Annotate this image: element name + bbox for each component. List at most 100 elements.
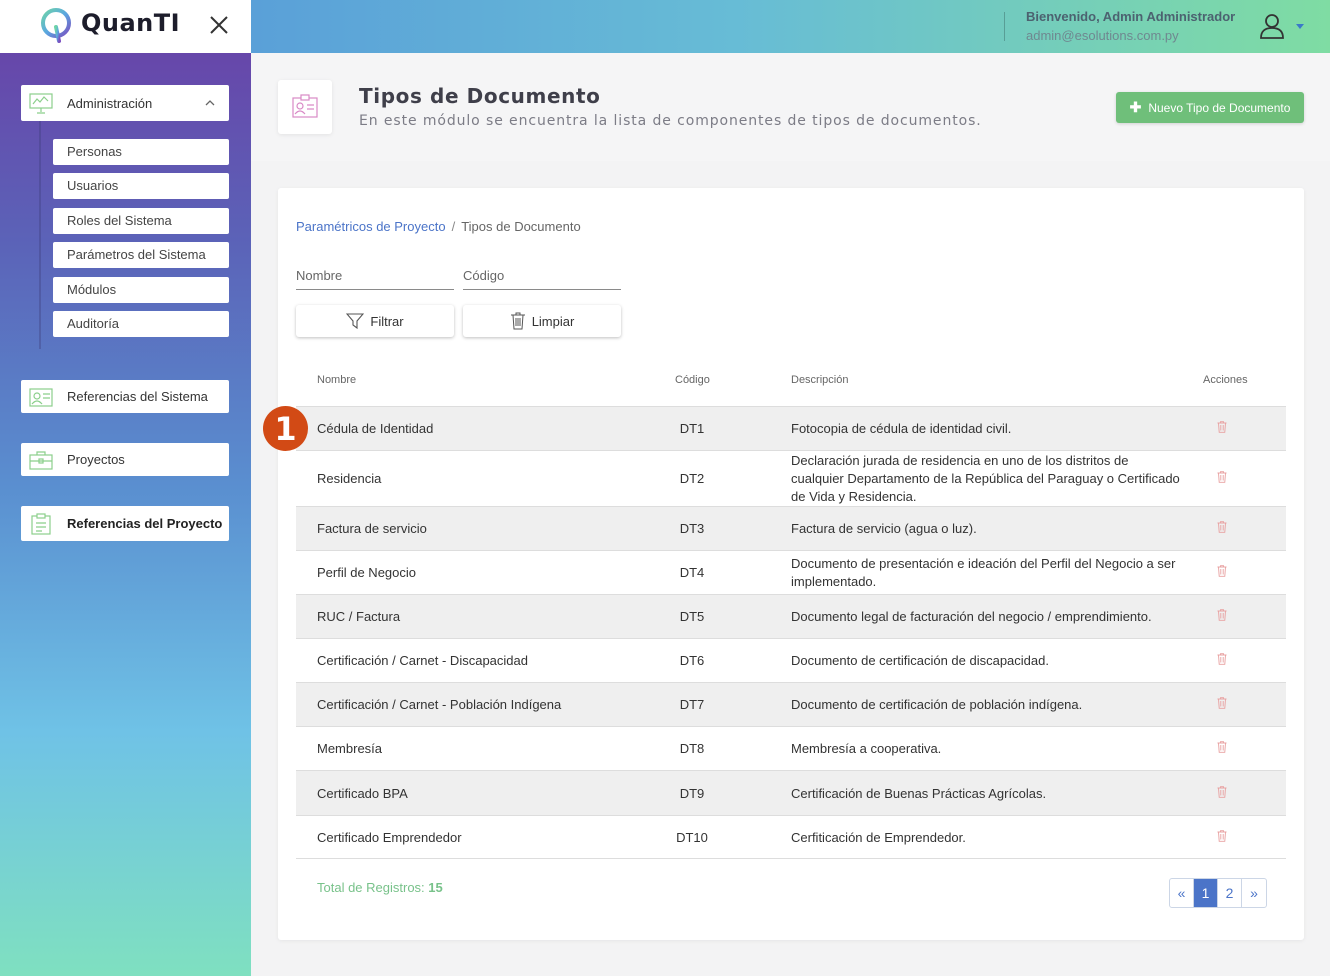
- sidebar-subitem-usuarios[interactable]: Usuarios: [53, 173, 229, 199]
- sidebar-item-referencias-proyecto[interactable]: Referencias del Proyecto: [21, 506, 229, 541]
- cell-description: Certificación de Buenas Prácticas Agríco…: [791, 785, 1047, 801]
- sidebar-item-label: Referencias del Proyecto: [67, 516, 223, 531]
- cell-code: DT7: [679, 697, 705, 712]
- delete-icon[interactable]: [1217, 471, 1227, 483]
- page-subtitle: En este módulo se encuentra la lista de …: [359, 113, 982, 129]
- delete-icon[interactable]: [1217, 785, 1227, 798]
- breadcrumb: Paramétricos de Proyecto / Tipos de Docume…: [296, 219, 581, 234]
- new-button-label: Nuevo Tipo de Documento: [1148, 100, 1291, 115]
- new-document-type-button[interactable]: ✚ Nuevo Tipo de Documento: [1116, 92, 1304, 123]
- sidebar-subitem-roles[interactable]: Roles del Sistema: [53, 208, 229, 234]
- nombre-input[interactable]: [296, 268, 454, 283]
- cell-code: DT10: [676, 829, 708, 845]
- breadcrumb-separator: /: [451, 219, 456, 234]
- chevron-up-icon[interactable]: [205, 100, 215, 106]
- page-title: Tipos de Documento: [359, 84, 601, 108]
- pager-page-2[interactable]: 2: [1218, 879, 1242, 907]
- submenu-guide-line: [39, 121, 41, 349]
- sidebar-subitem-parametros[interactable]: Parámetros del Sistema: [53, 242, 229, 268]
- cell-code: DT6: [679, 653, 705, 668]
- delete-icon[interactable]: [1217, 609, 1227, 621]
- cell-name: Cédula de Identidad: [317, 421, 434, 436]
- nombre-field[interactable]: [296, 267, 454, 290]
- table-row[interactable]: Certificado Emprendedor DT10 Cerfiticación…: [296, 815, 1286, 858]
- delete-icon[interactable]: [1217, 653, 1227, 665]
- close-icon[interactable]: [207, 13, 231, 37]
- table-header: Nombre Código Descripción Acciones: [296, 368, 1286, 406]
- delete-icon[interactable]: [1217, 829, 1227, 842]
- plus-icon: ✚: [1129, 99, 1142, 115]
- sidebar-item-administracion[interactable]: Administración: [21, 85, 229, 121]
- cell-description: Documento de presentación e ideación del…: [791, 556, 1176, 589]
- sidebar-item-label: Administración: [67, 95, 153, 111]
- sidebar-subitem-personas[interactable]: Personas: [53, 139, 229, 165]
- table-row[interactable]: RUC / Factura DT5 Documento legal de factu…: [296, 594, 1286, 638]
- pager-next[interactable]: »: [1242, 879, 1266, 907]
- briefcase-icon: [29, 450, 53, 470]
- cell-name: Certificación / Carnet - Población Indíg…: [317, 697, 562, 712]
- delete-icon[interactable]: [1217, 565, 1227, 577]
- table-row[interactable]: Membresía DT8 Membresía a cooperativa.: [296, 726, 1286, 770]
- id-card-icon: [292, 94, 318, 118]
- total-label: Total de Registros:: [317, 880, 425, 895]
- user-email: admin@esolutions.com.py: [1026, 28, 1179, 43]
- cell-name: Perfil de Negocio: [317, 565, 416, 580]
- pagination: « 1 2 »: [1169, 878, 1267, 908]
- filter-button-label: Filtrar: [370, 313, 404, 329]
- sidebar-item-referencias-sistema[interactable]: Referencias del Sistema: [21, 380, 229, 413]
- table-row[interactable]: Residencia DT2 Declaración jurada de resid…: [296, 450, 1286, 506]
- delete-icon[interactable]: [1217, 741, 1227, 753]
- sidebar-subitem-modulos[interactable]: Módulos: [53, 277, 229, 303]
- pager-prev[interactable]: «: [1170, 879, 1194, 907]
- cell-code: DT4: [679, 565, 705, 580]
- cell-code: DT3: [679, 521, 705, 536]
- cell-name: Certificado Emprendedor: [317, 829, 462, 845]
- pager-page-1[interactable]: 1: [1194, 879, 1218, 907]
- cell-code: DT1: [679, 421, 705, 436]
- user-avatar-icon[interactable]: [1259, 12, 1285, 40]
- header-divider: [1004, 12, 1005, 41]
- delete-icon[interactable]: [1217, 697, 1227, 709]
- cell-description: Cerfiticación de Emprendedor.: [791, 829, 966, 845]
- codigo-field[interactable]: [463, 267, 621, 290]
- sidebar-item-proyectos[interactable]: Proyectos: [21, 443, 229, 476]
- col-header-code: Código: [675, 374, 710, 386]
- clear-button[interactable]: Limpiar: [463, 305, 621, 337]
- delete-icon[interactable]: [1217, 521, 1227, 533]
- cell-name: Residencia: [317, 471, 382, 486]
- delete-icon[interactable]: [1217, 421, 1227, 433]
- table-row[interactable]: Factura de servicio DT3 Factura de servici…: [296, 506, 1286, 550]
- sidebar-item-label: Referencias del Sistema: [67, 389, 208, 404]
- cell-name: Certificación / Carnet - Discapacidad: [317, 653, 528, 668]
- total-value: 15: [428, 880, 443, 895]
- cell-code: DT2: [679, 471, 705, 486]
- brand-bar: QuanTI: [0, 0, 251, 53]
- cell-description: Declaración jurada de residencia en uno …: [791, 453, 1180, 504]
- col-header-actions: Acciones: [1203, 374, 1248, 386]
- content-card: Paramétricos de Proyecto / Tipos de Docume…: [278, 188, 1304, 940]
- table-row[interactable]: Certificación / Carnet - Población Indíg…: [296, 682, 1286, 726]
- clear-button-label: Limpiar: [531, 313, 575, 329]
- cell-description: Documento de certificación de población …: [791, 697, 1083, 712]
- col-header-desc: Descripción: [791, 374, 849, 386]
- filter-button[interactable]: Filtrar: [296, 305, 454, 337]
- sidebar-subitem-auditoria[interactable]: Auditoría: [53, 311, 229, 337]
- breadcrumb-parent-link[interactable]: Paramétricos de Proyecto: [296, 219, 446, 234]
- cell-name: Membresía: [317, 741, 383, 756]
- trash-icon: [510, 312, 525, 330]
- cell-code: DT9: [679, 785, 705, 801]
- step-badge: 1: [263, 406, 308, 451]
- cell-code: DT5: [679, 609, 705, 624]
- presentation-icon: [29, 93, 53, 114]
- filter-icon: [346, 313, 365, 330]
- codigo-input[interactable]: [463, 268, 621, 283]
- table-row[interactable]: Certificado BPA DT9 Certificación de Buena…: [296, 770, 1286, 815]
- quanti-logo-icon: [41, 8, 71, 43]
- cell-description: Factura de servicio (agua o luz).: [791, 521, 977, 536]
- sidebar-item-label: Proyectos: [67, 452, 125, 467]
- caret-down-icon[interactable]: [1296, 24, 1304, 29]
- table-row[interactable]: Cédula de Identidad DT1 Fotocopia de cédul…: [296, 406, 1286, 450]
- table-row[interactable]: Perfil de Negocio DT4 Documento de present…: [296, 550, 1286, 594]
- cell-name: Certificado BPA: [317, 785, 408, 801]
- table-row[interactable]: Certificación / Carnet - Discapacidad DT6…: [296, 638, 1286, 682]
